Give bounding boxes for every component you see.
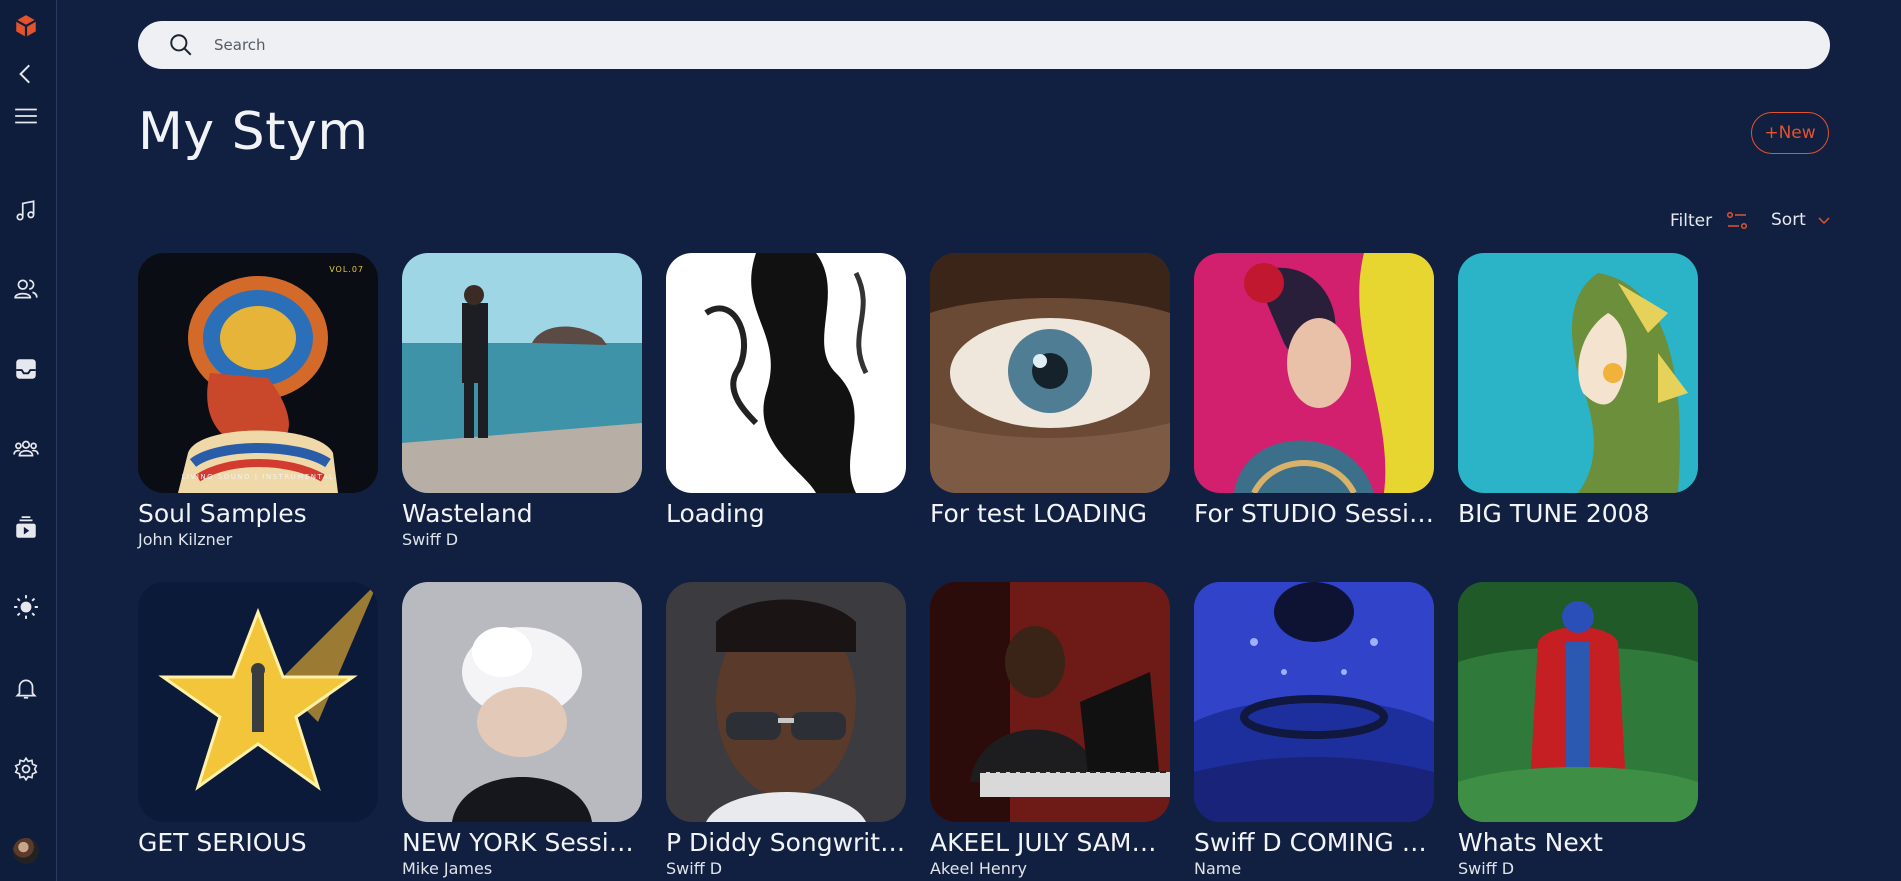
card-subtitle: Akeel Henry [930, 859, 1027, 878]
sort-button[interactable]: Sort [1771, 210, 1832, 230]
card-subtitle: Swiff D [666, 859, 723, 878]
menu-icon[interactable] [10, 100, 42, 132]
card-title: For STUDIO Session [1194, 499, 1434, 528]
card-subtitle: Name [1194, 859, 1242, 878]
page-title: My Stym [138, 102, 369, 162]
notification-icon[interactable] [10, 672, 42, 704]
settings-icon[interactable] [10, 753, 42, 785]
track-card[interactable]: P Diddy Songwriti... Swiff D [666, 582, 906, 878]
card-subtitle: Mike James [402, 859, 493, 878]
card-title: AKEEL JULY SAMPL... [930, 828, 1170, 857]
cover-image [666, 253, 906, 493]
theme-icon[interactable] [10, 591, 42, 623]
card-title: Loading [666, 499, 765, 528]
sort-label: Sort [1771, 210, 1806, 230]
avatar[interactable] [13, 838, 39, 864]
cover-image [930, 582, 1170, 822]
track-card[interactable]: Wasteland Swiff D [402, 253, 642, 549]
card-title: BIG TUNE 2008 [1458, 499, 1650, 528]
track-card[interactable]: GET SERIOUS [138, 582, 378, 859]
filter-icon [1727, 211, 1748, 230]
track-card[interactable]: For STUDIO Session [1194, 253, 1434, 530]
card-title: Swiff D COMING H... [1194, 828, 1434, 857]
chevron-down-icon [1818, 217, 1830, 225]
cover-image [402, 253, 642, 493]
cover-image [1194, 253, 1434, 493]
cover-image [1458, 582, 1698, 822]
card-title: NEW YORK Sessio... [402, 828, 642, 857]
card-title: P Diddy Songwriti... [666, 828, 906, 857]
card-subtitle: Swiff D [1458, 859, 1515, 878]
card-title: Whats Next [1458, 828, 1603, 857]
card-subtitle: John Kilzner [138, 530, 233, 549]
logo-icon[interactable] [10, 10, 42, 42]
card-title: For test LOADING [930, 499, 1148, 528]
card-title: Soul Samples [138, 499, 307, 528]
cover-image [930, 253, 1170, 493]
cover-image [402, 582, 642, 822]
track-card[interactable]: AKEEL JULY SAMPL... Akeel Henry [930, 582, 1170, 878]
search-input[interactable] [212, 35, 1716, 55]
track-card[interactable]: Whats Next Swiff D [1458, 582, 1698, 878]
video-icon[interactable] [10, 512, 42, 544]
team-icon[interactable] [10, 432, 42, 464]
sidebar [0, 0, 57, 881]
track-card[interactable]: VOL.07 LIVING SOUND | INSTRUMENTAL Soul … [138, 253, 378, 549]
track-card[interactable]: Swiff D COMING H... Name [1194, 582, 1434, 878]
cover-image [138, 582, 378, 822]
app-window: My Stym +New Filter Sort VOL.07 LIV [0, 0, 1901, 881]
music-icon[interactable] [10, 195, 42, 227]
new-button[interactable]: +New [1751, 112, 1829, 154]
card-subtitle: Swiff D [402, 530, 459, 549]
cover-image: VOL.07 LIVING SOUND | INSTRUMENTAL [138, 253, 378, 493]
search-bar[interactable] [138, 21, 1830, 69]
track-card[interactable]: NEW YORK Sessio... Mike James [402, 582, 642, 878]
back-icon[interactable] [10, 58, 42, 90]
track-card[interactable]: BIG TUNE 2008 [1458, 253, 1698, 530]
cover-volume-text: VOL.07 [329, 265, 364, 274]
cover-image [666, 582, 906, 822]
track-card[interactable]: For test LOADING [930, 253, 1170, 530]
users-icon[interactable] [10, 273, 42, 305]
cover-image [1194, 582, 1434, 822]
card-title: Wasteland [402, 499, 533, 528]
cover-image [1458, 253, 1698, 493]
track-card[interactable]: Loading [666, 253, 906, 530]
filter-button[interactable]: Filter [1670, 210, 1748, 232]
search-icon [170, 34, 192, 56]
inbox-icon[interactable] [10, 353, 42, 385]
filter-label: Filter [1670, 211, 1713, 231]
card-title: GET SERIOUS [138, 828, 307, 857]
cover-caption-text: LIVING SOUND | INSTRUMENTAL [181, 473, 335, 481]
